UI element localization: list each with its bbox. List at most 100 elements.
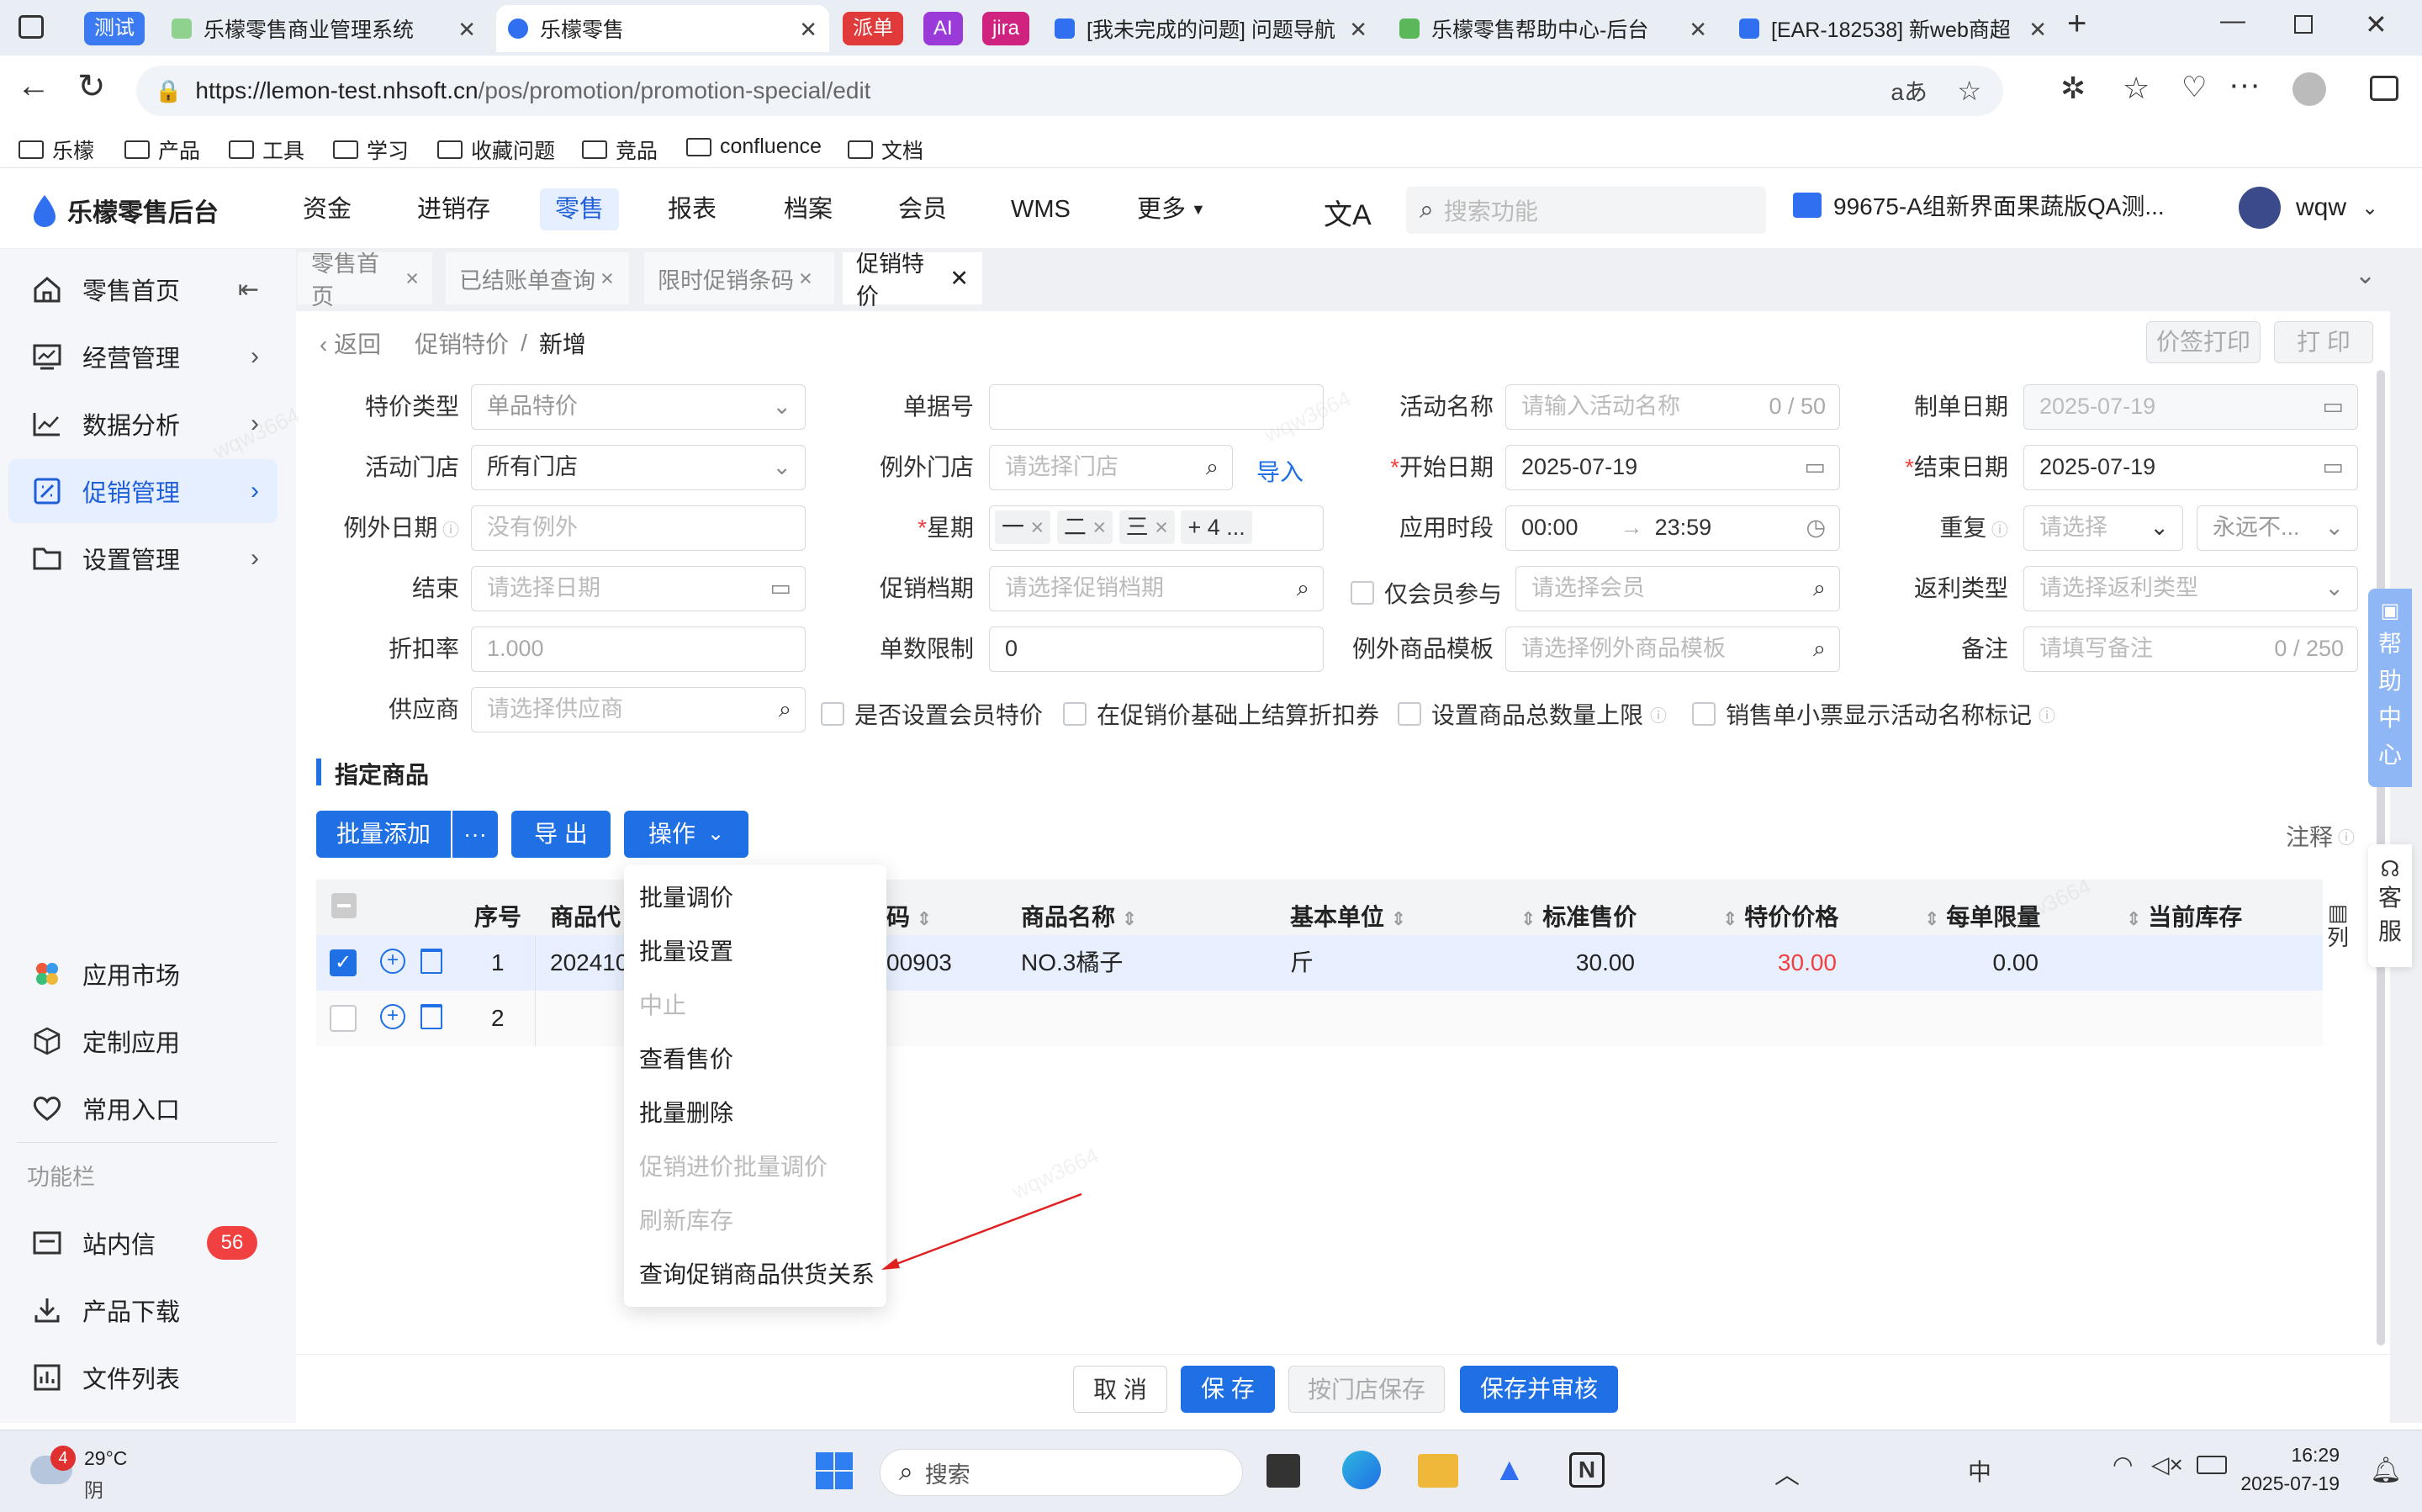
- nav-item[interactable]: 进销存: [402, 188, 505, 230]
- page-tab[interactable]: 限时促销条码 ×: [644, 252, 834, 304]
- menu-item-batch-settings[interactable]: 批量设置: [639, 925, 875, 979]
- close-icon[interactable]: ×: [405, 266, 419, 292]
- notification-bell-icon[interactable]: 🔔︎: [2370, 1456, 2402, 1485]
- tray-chevron-icon[interactable]: ︿: [1774, 1454, 1800, 1491]
- weekday-select[interactable]: 一 × 二 × 三 × + 4 ...: [989, 505, 1324, 551]
- close-icon[interactable]: ✕: [457, 17, 476, 43]
- bookmark-folder[interactable]: 乐檬: [19, 135, 94, 165]
- profile-avatar[interactable]: [2292, 72, 2326, 106]
- app-icon[interactable]: ▲: [1494, 1452, 1526, 1488]
- nav-item[interactable]: 档案: [769, 188, 848, 230]
- reload-icon[interactable]: ↻: [77, 67, 106, 106]
- tab-group-pill[interactable]: 派单: [843, 12, 903, 45]
- browser-tab[interactable]: 乐檬零售帮助中心-后台 ✕: [1388, 5, 1719, 52]
- delete-row-icon[interactable]: [420, 1004, 442, 1029]
- bookmark-star-icon[interactable]: ☆: [1957, 75, 1981, 107]
- nav-item[interactable]: 资金: [288, 188, 367, 230]
- save-button[interactable]: 保 存: [1181, 1366, 1275, 1413]
- help-icon[interactable]: ⓘ: [2039, 702, 2055, 727]
- nav-item-active[interactable]: 零售: [540, 188, 620, 230]
- sidebar-item-settings[interactable]: 设置管理 ›: [8, 526, 278, 590]
- page-tab-active[interactable]: 促销特价 ✕: [843, 251, 982, 309]
- store-selector[interactable]: 99675-A组新界面果蔬版QA测...: [1793, 188, 2165, 222]
- sidebar-item-messages[interactable]: 站内信 56: [8, 1211, 278, 1275]
- bookmark-folder[interactable]: 工具: [229, 135, 304, 165]
- delete-row-icon[interactable]: [420, 949, 442, 974]
- tab-group-pill[interactable]: jira: [982, 12, 1030, 45]
- restore-icon[interactable]: [2294, 15, 2313, 34]
- bookmark-folder[interactable]: confluence: [686, 135, 822, 159]
- brand-logo[interactable]: 乐檬零售后台: [30, 192, 219, 229]
- promotion-period-input[interactable]: 请选择促销档期 ⌕: [989, 566, 1324, 611]
- more-menu-icon[interactable]: ···: [2229, 67, 2261, 103]
- wifi-icon[interactable]: ◠: [2113, 1451, 2133, 1478]
- browser-tab-active[interactable]: 乐檬零售 ✕: [496, 5, 829, 52]
- browser-tab[interactable]: 乐檬零售商业管理系统 ✕: [160, 5, 488, 52]
- customer-service-float[interactable]: ☊ 客服: [2368, 844, 2412, 967]
- row-checkbox-checked[interactable]: ✓: [330, 949, 357, 976]
- tab-actions-icon[interactable]: [19, 15, 44, 39]
- activity-name-input[interactable]: 请输入活动名称 0 / 50: [1505, 384, 1840, 430]
- column-settings-button[interactable]: ▥ 列: [2326, 900, 2350, 950]
- clock-date[interactable]: 2025-07-19: [2237, 1472, 2340, 1495]
- total-qty-limit-checkbox[interactable]: 设置商品总数量上限 ⓘ: [1398, 697, 1667, 731]
- start-date-input[interactable]: 2025-07-19 ▭: [1505, 445, 1840, 490]
- input-method[interactable]: 中: [1968, 1454, 1991, 1488]
- special-type-select[interactable]: 单品特价 ⌄: [471, 384, 806, 430]
- tabs-dropdown-icon[interactable]: ⌄: [2355, 261, 2376, 290]
- repeat-select[interactable]: 请选择 ⌄: [2023, 505, 2183, 551]
- health-icon[interactable]: ♡: [2181, 71, 2207, 104]
- save-and-audit-button[interactable]: 保存并审核: [1460, 1366, 1618, 1413]
- end-date-input[interactable]: 2025-07-19 ▭: [2023, 445, 2358, 490]
- close-icon[interactable]: ✕: [2028, 17, 2047, 43]
- notion-icon[interactable]: N: [1569, 1452, 1605, 1488]
- sidebar-item-app-market[interactable]: 应用市场: [8, 942, 278, 1006]
- order-limit-input[interactable]: 0: [989, 626, 1324, 672]
- sidebar-item-file-list[interactable]: 文件列表: [8, 1345, 278, 1409]
- row-checkbox[interactable]: [330, 1005, 357, 1032]
- taskbar-search[interactable]: ⌕ 搜索: [880, 1449, 1243, 1496]
- activity-store-select[interactable]: 所有门店 ⌄: [471, 445, 806, 490]
- nav-item[interactable]: 报表: [653, 188, 732, 230]
- coupon-settle-checkbox[interactable]: 在促销价基础上结算折扣券: [1063, 697, 1379, 731]
- receipt-mark-checkbox[interactable]: 销售单小票显示活动名称标记 ⓘ: [1692, 697, 2055, 731]
- close-icon[interactable]: ✕: [1689, 17, 1707, 43]
- price-tag-print-button[interactable]: 价签打印: [2146, 321, 2261, 363]
- except-store-input[interactable]: 请选择门店 ⌕: [989, 445, 1233, 490]
- batch-add-more-button[interactable]: ···: [452, 811, 498, 858]
- menu-item-batch-adjust-price[interactable]: 批量调价: [639, 871, 875, 925]
- close-icon[interactable]: ✕: [1349, 17, 1367, 43]
- print-button[interactable]: 打 印: [2274, 321, 2373, 363]
- close-icon[interactable]: ×: [600, 266, 614, 292]
- address-bar[interactable]: 🔒 https://lemon-test.nhsoft.cn/pos/promo…: [136, 66, 2003, 116]
- menu-item-supply-relation[interactable]: 查询促销商品供货关系: [639, 1248, 875, 1302]
- close-icon[interactable]: ×: [799, 266, 812, 292]
- browser-tab[interactable]: [我未完成的问题] 问题导航 ✕: [1043, 5, 1379, 52]
- nav-item[interactable]: WMS: [996, 188, 1086, 230]
- remark-input[interactable]: 请填写备注 0 / 250: [2023, 626, 2358, 672]
- bookmark-folder[interactable]: 收藏问题: [437, 135, 555, 165]
- window-close-icon[interactable]: ✕: [2365, 8, 2388, 40]
- edge-icon[interactable]: [1342, 1451, 1381, 1489]
- help-icon[interactable]: ⓘ: [1986, 521, 2008, 540]
- tab-group-pill[interactable]: 测试: [84, 12, 145, 45]
- collapse-sidebar-icon[interactable]: ⇤: [238, 275, 259, 304]
- favorites-icon[interactable]: ☆: [2123, 71, 2150, 106]
- file-explorer-icon[interactable]: [1418, 1454, 1458, 1488]
- bookmark-folder[interactable]: 文档: [848, 135, 923, 165]
- tab-group-pill[interactable]: AI: [923, 12, 963, 45]
- repeat-end-select[interactable]: 永远不... ⌄: [2197, 505, 2358, 551]
- nav-item[interactable]: 会员: [883, 188, 962, 230]
- bookmark-folder[interactable]: 产品: [124, 135, 200, 165]
- task-view-icon[interactable]: [1267, 1454, 1300, 1488]
- finish-date-input[interactable]: 请选择日期 ▭: [471, 566, 806, 611]
- volume-icon[interactable]: ◁×: [2151, 1451, 2183, 1478]
- extensions-icon[interactable]: ✲: [2060, 71, 2086, 106]
- battery-icon[interactable]: [2197, 1456, 2227, 1474]
- except-template-input[interactable]: 请选择例外商品模板 ⌕: [1505, 626, 1840, 672]
- sidebar-item-home[interactable]: 零售首页 ⇤: [8, 257, 278, 321]
- member-special-checkbox[interactable]: 是否设置会员特价: [821, 697, 1043, 731]
- cell-special-price[interactable]: 30.00: [1749, 935, 1837, 991]
- bookmark-folder[interactable]: 竞品: [582, 135, 658, 165]
- menu-item-view-price[interactable]: 查看售价: [639, 1033, 875, 1086]
